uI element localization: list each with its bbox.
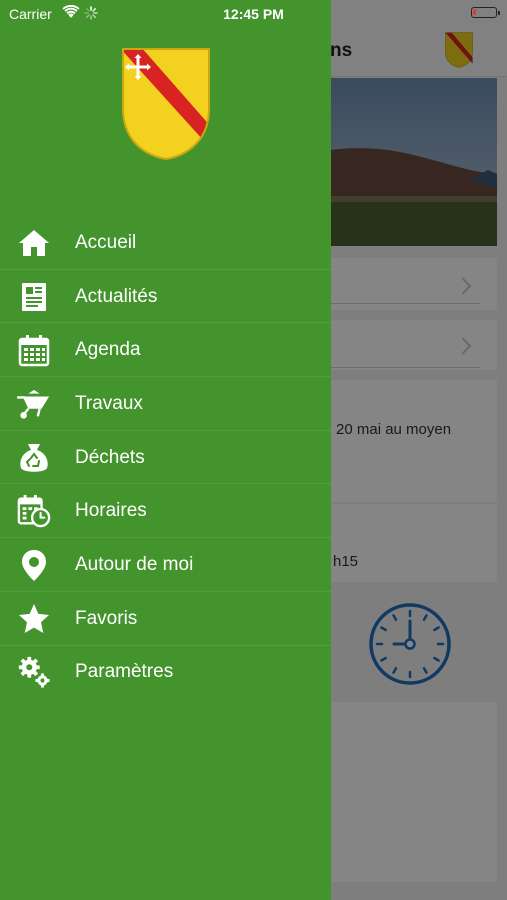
menu-label: Paramètres (75, 661, 174, 683)
menu-label: Accueil (75, 231, 137, 253)
menu-item-autour-de-moi[interactable]: Autour de moi (0, 538, 331, 592)
gears-icon (17, 655, 51, 689)
wheelbarrow-icon (17, 387, 51, 421)
menu-item-favoris[interactable]: Favoris (0, 592, 331, 646)
menu-label: Horaires (75, 500, 147, 522)
recycle-bag-icon (17, 441, 51, 475)
menu-label: Travaux (75, 392, 143, 414)
menu-item-horaires[interactable]: Horaires (0, 484, 331, 538)
home-icon (17, 226, 51, 260)
clock-time: 12:45 PM (223, 6, 284, 22)
calendar-icon (17, 333, 51, 367)
drawer-menu: Accueil Actualités Agenda Travaux Déchet… (0, 216, 331, 699)
menu-item-travaux[interactable]: Travaux (0, 377, 331, 431)
menu-label: Actualités (75, 285, 158, 307)
status-bar: Carrier 12:45 PM (0, 0, 507, 28)
star-icon (17, 602, 51, 636)
newspaper-icon (17, 280, 51, 314)
menu-label: Autour de moi (75, 553, 194, 575)
menu-label: Favoris (75, 607, 138, 629)
side-drawer: Accueil Actualités Agenda Travaux Déchet… (0, 0, 331, 900)
menu-item-accueil[interactable]: Accueil (0, 216, 331, 270)
menu-item-parametres[interactable]: Paramètres (0, 646, 331, 700)
map-pin-icon (17, 548, 51, 582)
menu-item-agenda[interactable]: Agenda (0, 323, 331, 377)
menu-item-actualites[interactable]: Actualités (0, 270, 331, 324)
menu-label: Déchets (75, 446, 145, 468)
menu-item-dechets[interactable]: Déchets (0, 431, 331, 485)
battery-icon (471, 7, 500, 18)
calendar-clock-icon (17, 494, 51, 528)
menu-label: Agenda (75, 339, 141, 361)
crest-logo (122, 48, 210, 161)
